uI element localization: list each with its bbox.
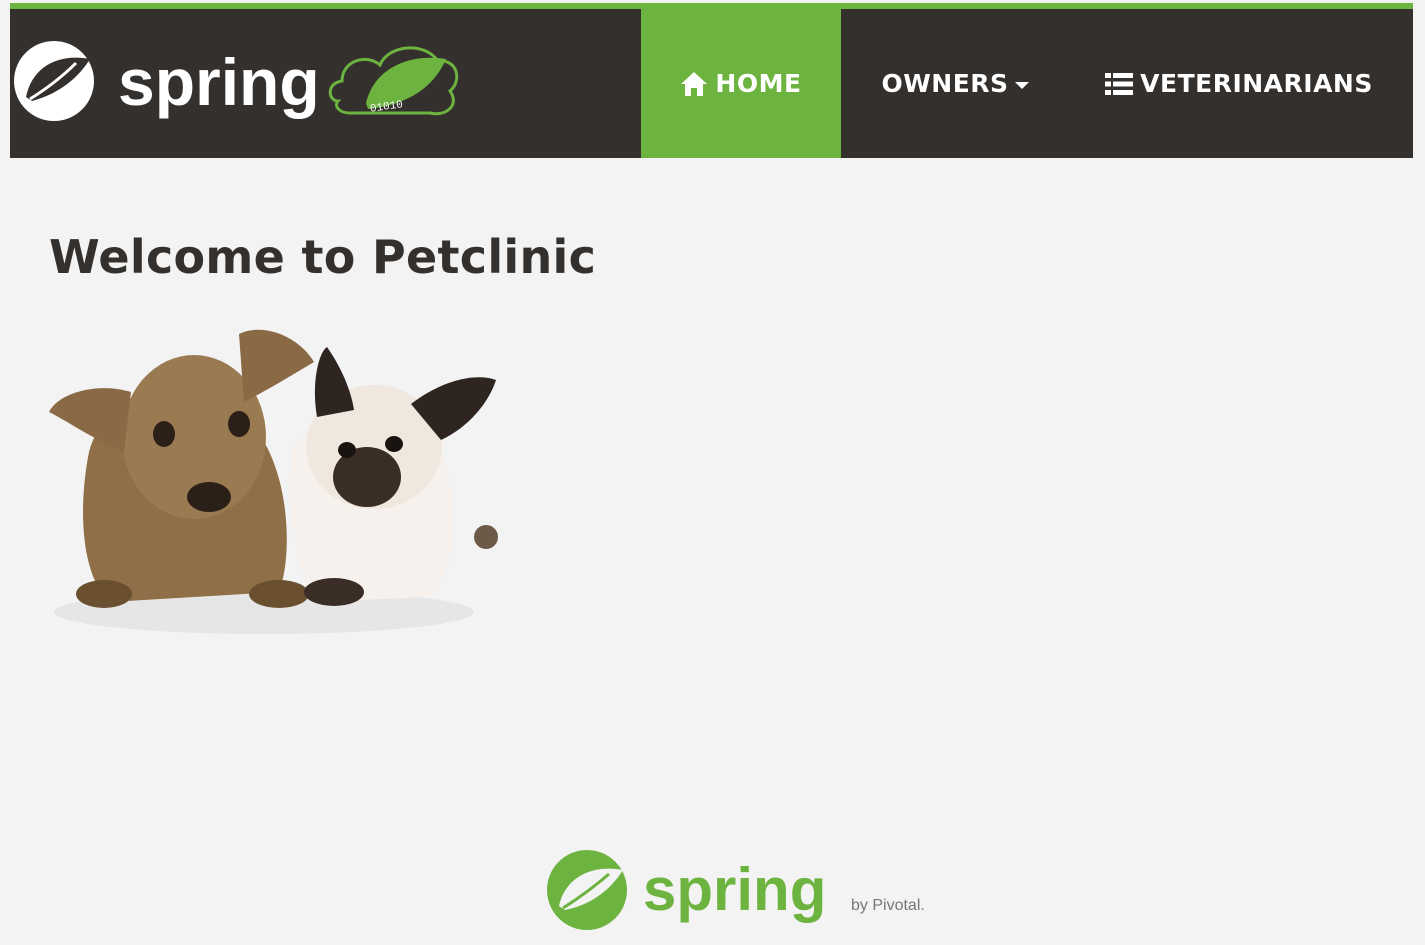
primary-nav: HOME OWNERS VETERINARIANS — [641, 9, 1413, 158]
brand-wordmark: spring — [118, 45, 320, 119]
page-title: Welcome to Petclinic — [49, 230, 597, 284]
nav-home-link[interactable]: HOME — [641, 9, 841, 158]
pets-image — [49, 329, 498, 634]
nav-owners-label: OWNERS — [881, 69, 1009, 98]
footer-tagline: by Pivotal. — [851, 897, 925, 914]
main-navbar: spring 01010 HOME OWNERS VETERINARIANS — [10, 3, 1413, 158]
footer-wordmark: spring — [643, 856, 826, 923]
caret-down-icon — [1014, 81, 1029, 89]
footer-spring-logo: spring by Pivotal. — [545, 848, 945, 933]
main-content: Welcome to Petclinic — [49, 230, 597, 634]
spring-logo-graphic: spring 01010 — [14, 41, 459, 121]
list-icon — [1105, 72, 1134, 96]
nav-owners-dropdown[interactable]: OWNERS — [841, 9, 1069, 158]
spring-brand-logo[interactable]: spring 01010 — [10, 9, 480, 158]
nav-veterinarians-link[interactable]: VETERINARIANS — [1069, 9, 1413, 158]
home-icon — [680, 71, 708, 97]
nav-home-label: HOME — [715, 69, 802, 98]
nav-veterinarians-label: VETERINARIANS — [1140, 69, 1373, 98]
spring-footer-logo-graphic: spring by Pivotal. — [547, 850, 925, 930]
